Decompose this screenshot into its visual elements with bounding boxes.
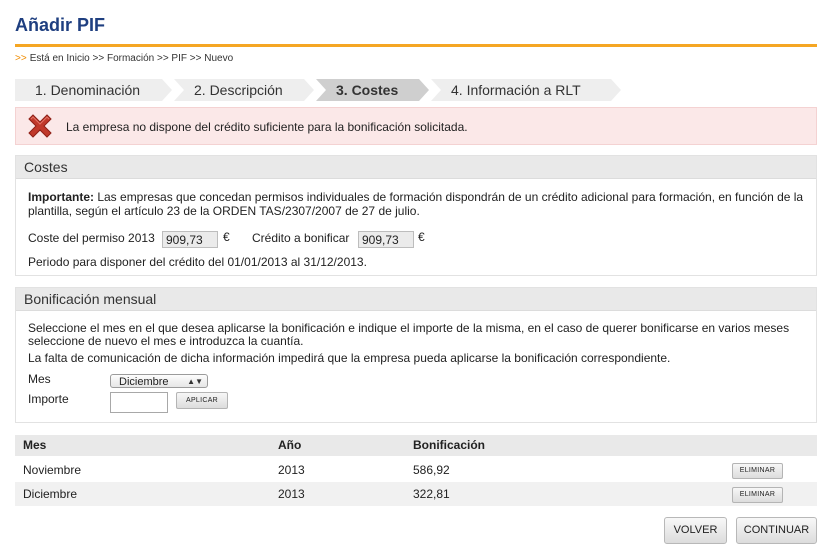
eliminar-button[interactable]: ELIMINAR: [732, 463, 783, 479]
mes-select[interactable]: Diciembre ▲▼: [110, 374, 208, 388]
coste-value: 909,73: [162, 231, 218, 248]
volver-button[interactable]: VOLVER: [664, 517, 727, 544]
costes-header: Costes: [16, 156, 816, 179]
credito-label: Crédito a bonificar: [252, 231, 350, 245]
table-header: Mes Año Bonificación: [15, 435, 817, 456]
coste-currency: €: [223, 230, 230, 244]
step-descripcion[interactable]: 2. Descripción: [174, 79, 314, 101]
important-note: Importante: Las empresas que concedan pe…: [28, 190, 804, 218]
select-arrows-icon: ▲▼: [187, 377, 203, 386]
bonificacion-instructions: Seleccione el mes en el que desea aplica…: [28, 321, 790, 348]
step-denominacion[interactable]: 1. Denominación: [15, 79, 172, 101]
credito-value: 909,73: [358, 231, 414, 248]
coste-label: Coste del permiso 2013: [28, 231, 155, 245]
row-bonificacion: 322,81: [413, 487, 450, 501]
periodo-text: Periodo para disponer del crédito del 01…: [28, 255, 367, 269]
bonificacion-panel: Bonificación mensual Seleccione el mes e…: [15, 287, 817, 423]
breadcrumb-text[interactable]: Está en Inicio >> Formación >> PIF >> Nu…: [30, 53, 233, 64]
table-row: Noviembre 2013 586,92 ELIMINAR: [15, 458, 817, 482]
page-title: Añadir PIF: [15, 15, 106, 35]
step-costes[interactable]: 3. Costes: [316, 79, 429, 101]
costes-panel: Costes Importante: Las empresas que conc…: [15, 155, 817, 276]
credito-currency: €: [418, 230, 425, 244]
col-bonificacion: Bonificación: [413, 438, 486, 452]
table-row: Diciembre 2013 322,81 ELIMINAR: [15, 482, 817, 506]
title-divider: [15, 44, 817, 47]
row-mes: Noviembre: [23, 463, 82, 477]
mes-label: Mes: [28, 372, 51, 386]
breadcrumb: >> Está en Inicio >> Formación >> PIF >> …: [15, 53, 233, 64]
wizard-steps: 1. Denominación 2. Descripción 3. Costes…: [15, 79, 817, 101]
breadcrumb-arrows-icon: >>: [15, 53, 27, 64]
row-mes: Diciembre: [23, 487, 78, 501]
col-mes: Mes: [23, 438, 47, 452]
importe-input[interactable]: [110, 392, 168, 413]
red-x-icon: [28, 114, 52, 138]
row-bonificacion: 586,92: [413, 463, 450, 477]
bonificacion-warning: La falta de comunicación de dicha inform…: [28, 351, 671, 365]
col-anio: Año: [278, 438, 302, 452]
continuar-button[interactable]: CONTINUAR: [736, 517, 817, 544]
row-anio: 2013: [278, 487, 305, 501]
step-informacion-rlt[interactable]: 4. Información a RLT: [431, 79, 621, 101]
bonificacion-header: Bonificación mensual: [16, 288, 816, 311]
importe-label: Importe: [28, 392, 69, 406]
bonificaciones-table: Mes Año Bonificación Noviembre 2013 586,…: [15, 435, 817, 506]
aplicar-button[interactable]: APLICAR: [176, 392, 228, 409]
row-anio: 2013: [278, 463, 305, 477]
error-message: La empresa no dispone del crédito sufici…: [15, 107, 817, 145]
eliminar-button[interactable]: ELIMINAR: [732, 487, 783, 503]
error-text: La empresa no dispone del crédito sufici…: [66, 120, 468, 134]
